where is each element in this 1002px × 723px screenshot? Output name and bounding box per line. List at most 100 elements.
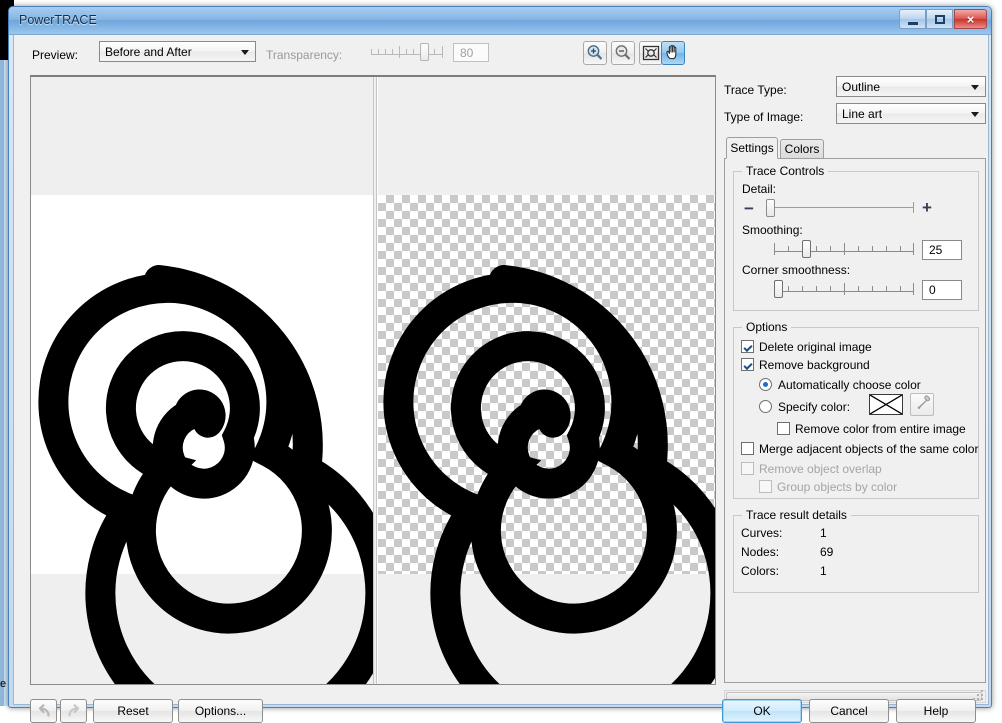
options-button[interactable]: Options... xyxy=(178,699,263,723)
transparency-slider-thumb[interactable] xyxy=(420,43,429,61)
cancel-button[interactable]: Cancel xyxy=(809,699,889,723)
corner-smoothness-slider[interactable] xyxy=(774,280,914,298)
no-color-x-icon xyxy=(869,394,903,415)
tab-settings-label: Settings xyxy=(730,141,774,155)
background-blue-edge xyxy=(0,60,4,716)
trace-type-label: Trace Type: xyxy=(724,83,787,97)
detail-slider[interactable] xyxy=(766,199,914,217)
reset-button[interactable]: Reset xyxy=(93,699,173,723)
auto-choose-color-radio[interactable] xyxy=(759,378,772,391)
transparency-label: Transparency: xyxy=(266,48,343,62)
options-title: Options xyxy=(742,320,792,334)
zoom-in-button[interactable] xyxy=(583,41,607,65)
preview-label: Preview: xyxy=(32,48,79,62)
remove-color-entire-checkbox[interactable] xyxy=(777,422,790,435)
chevron-down-icon xyxy=(236,43,254,60)
trace-type-value: Outline xyxy=(842,79,881,94)
preview-mode-combo[interactable]: Before and After xyxy=(99,41,256,62)
chevron-down-icon xyxy=(966,105,984,122)
detail-label: Detail: xyxy=(742,182,777,196)
preview-toolbar: Preview: Before and After Transparency: … xyxy=(14,35,988,73)
specify-color-radio[interactable] xyxy=(759,400,772,413)
preview-pane-before[interactable] xyxy=(31,77,373,684)
remove-background-label: Remove background xyxy=(759,358,870,372)
corner-smoothness-slider-thumb[interactable] xyxy=(774,280,783,298)
group-by-color-label: Group objects by color xyxy=(777,480,898,494)
corner-smoothness-value-field[interactable]: 0 xyxy=(922,280,962,300)
detail-plus-icon[interactable]: + xyxy=(922,199,932,216)
title-bar: PowerTRACE × xyxy=(9,7,991,35)
smoothing-slider[interactable] xyxy=(774,240,914,258)
detail-slider-thumb[interactable] xyxy=(766,199,775,217)
undo-icon xyxy=(38,704,50,717)
remove-overlap-label: Remove object overlap xyxy=(759,462,882,476)
tab-colors[interactable]: Colors xyxy=(780,139,824,159)
chevron-down-icon xyxy=(966,78,984,95)
tab-settings[interactable]: Settings xyxy=(726,137,778,159)
window-title: PowerTRACE xyxy=(19,13,97,27)
ok-button[interactable]: OK xyxy=(722,699,802,723)
tab-colors-label: Colors xyxy=(784,142,820,156)
corner-smoothness-label: Corner smoothness: xyxy=(742,263,851,277)
delete-original-label: Delete original image xyxy=(759,340,872,354)
image-type-value: Line art xyxy=(842,106,883,121)
eyedropper-icon xyxy=(917,395,931,410)
trace-controls-group: Trace Controls Detail: − + Smoothing: 25… xyxy=(733,164,979,311)
specify-color-swatch[interactable] xyxy=(869,394,903,415)
help-button[interactable]: Help xyxy=(896,699,976,723)
colors-value: 1 xyxy=(820,564,827,578)
fit-to-window-icon xyxy=(642,45,660,61)
settings-tab-panel: Trace Controls Detail: − + Smoothing: 25… xyxy=(724,158,986,683)
trace-type-combo[interactable]: Outline xyxy=(836,76,986,97)
maximize-button[interactable] xyxy=(926,9,953,29)
remove-overlap-checkbox xyxy=(741,462,754,475)
remove-background-checkbox[interactable] xyxy=(741,358,754,371)
nodes-value: 69 xyxy=(820,545,834,559)
delete-original-checkbox[interactable] xyxy=(741,340,754,353)
dialog-client-area: Preview: Before and After Transparency: … xyxy=(13,35,989,723)
pan-hand-button[interactable] xyxy=(661,41,685,65)
remove-color-entire-label: Remove color from entire image xyxy=(795,422,966,436)
smoothing-value-field[interactable]: 25 xyxy=(922,240,962,260)
preview-mode-value: Before and After xyxy=(105,44,192,59)
zoom-in-icon xyxy=(587,45,603,60)
undo-button xyxy=(30,699,57,723)
specify-color-label: Specify color: xyxy=(778,400,851,414)
redo-icon xyxy=(67,704,79,717)
merge-adjacent-checkbox[interactable] xyxy=(741,442,754,455)
transparency-slider[interactable] xyxy=(371,43,443,61)
settings-panel: Trace Type: Outline Type of Image: Line … xyxy=(724,75,986,685)
minimize-button[interactable] xyxy=(899,9,926,29)
nodes-label: Nodes: xyxy=(741,545,780,559)
pan-hand-icon xyxy=(666,45,677,60)
powertrace-dialog: PowerTRACE × Preview: Before and After T… xyxy=(8,6,992,723)
trace-result-title: Trace result details xyxy=(742,508,851,522)
settings-tabstrip: Settings Colors xyxy=(724,137,986,159)
curves-label: Curves: xyxy=(741,526,783,540)
trace-result-group: Trace result details Curves: 1 Nodes: 69… xyxy=(733,508,979,593)
curves-value: 1 xyxy=(820,526,827,540)
image-type-combo[interactable]: Line art xyxy=(836,103,986,124)
original-spiral-artwork xyxy=(31,77,373,684)
resize-grip[interactable] xyxy=(973,690,985,702)
detail-minus-icon[interactable]: − xyxy=(744,200,754,217)
smoothing-slider-thumb[interactable] xyxy=(802,240,811,258)
close-icon: × xyxy=(966,12,975,27)
eyedropper-button[interactable] xyxy=(910,393,934,416)
close-button[interactable]: × xyxy=(954,9,987,29)
redo-button xyxy=(60,699,87,723)
transparency-value-field[interactable]: 80 xyxy=(453,43,489,62)
options-group: Options Delete original image Remove bac… xyxy=(733,320,979,499)
auto-choose-color-label: Automatically choose color xyxy=(778,378,921,392)
minimize-icon xyxy=(900,10,925,28)
preview-pane-after[interactable] xyxy=(378,77,715,684)
zoom-out-icon xyxy=(615,45,631,60)
zoom-out-button[interactable] xyxy=(611,41,635,65)
preview-splitter[interactable] xyxy=(373,77,377,684)
smoothing-label: Smoothing: xyxy=(742,223,803,237)
group-by-color-checkbox xyxy=(759,480,772,493)
fit-to-window-button[interactable] xyxy=(639,41,663,65)
traced-spiral-artwork xyxy=(378,77,715,684)
colors-label: Colors: xyxy=(741,564,780,578)
image-type-label: Type of Image: xyxy=(724,110,804,124)
